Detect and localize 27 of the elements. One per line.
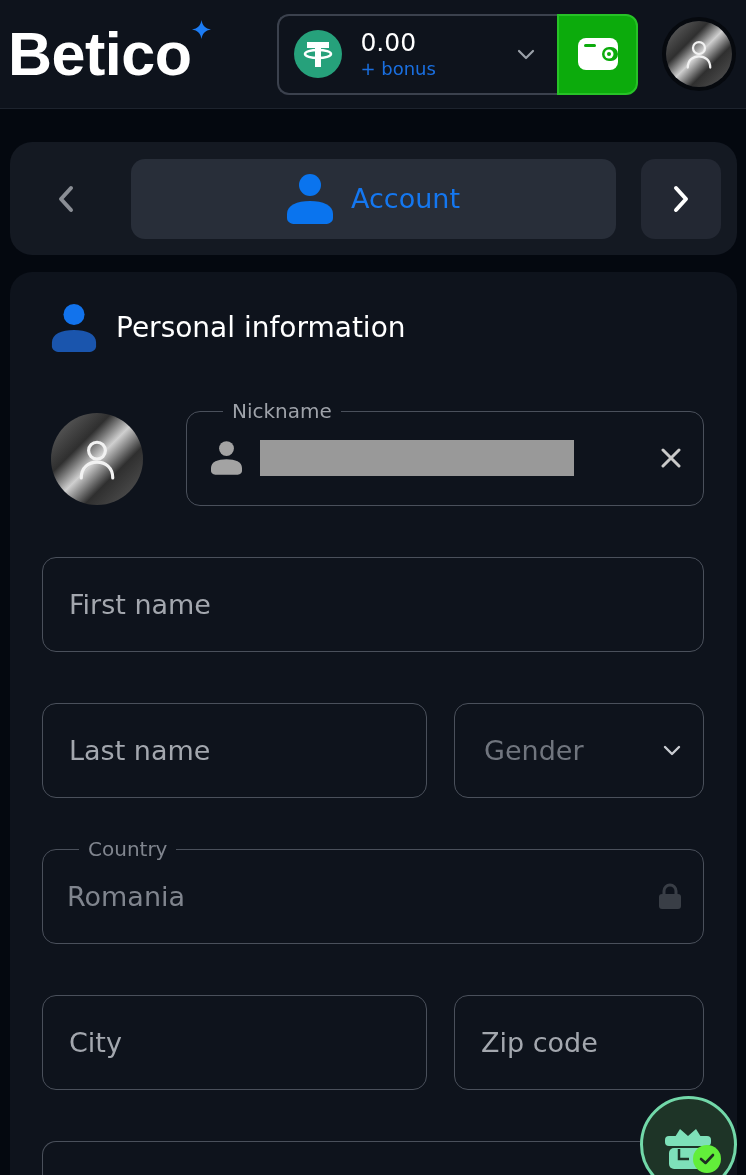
chevron-down-icon xyxy=(517,48,536,60)
wallet-icon xyxy=(577,38,618,70)
user-icon xyxy=(51,304,97,352)
next-button[interactable] xyxy=(641,158,721,239)
logo-text[interactable]: Betico xyxy=(8,24,192,84)
user-icon xyxy=(211,441,242,475)
balance-dropdown[interactable]: 0.00 + bonus xyxy=(277,13,558,95)
coin-icon xyxy=(294,30,343,78)
chevron-right-icon xyxy=(673,184,689,213)
chevron-down-icon xyxy=(663,745,681,756)
sparkle-icon xyxy=(192,20,212,39)
user-icon xyxy=(684,39,714,69)
field-label: Nickname xyxy=(231,399,333,423)
input-field[interactable]: Last name xyxy=(42,703,427,798)
check-badge-icon xyxy=(693,1145,721,1173)
wallet-button[interactable] xyxy=(557,13,639,95)
close-icon[interactable] xyxy=(661,448,681,468)
input-field[interactable]: Zip code xyxy=(454,995,704,1090)
field-label: Country xyxy=(87,837,169,861)
input-field[interactable]: City xyxy=(42,995,427,1090)
profile-avatar-button[interactable] xyxy=(666,21,732,87)
section-title: Personal information xyxy=(116,310,406,346)
chevron-left-icon xyxy=(58,184,74,213)
input-field[interactable]: First name xyxy=(42,557,704,652)
user-icon xyxy=(287,173,333,224)
select-field[interactable]: Gender xyxy=(454,703,704,798)
lock-icon xyxy=(659,883,681,909)
